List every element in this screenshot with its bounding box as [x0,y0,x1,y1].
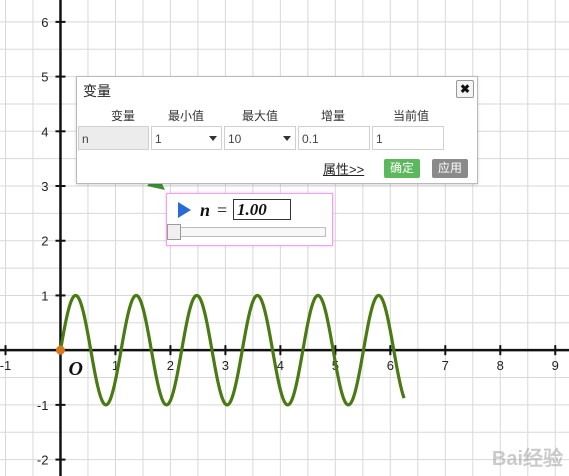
min-select[interactable]: 1 [151,126,222,150]
variable-slider-panel: n = 1.00 [166,193,333,246]
x-tick-label: 9 [552,358,559,373]
dialog-title: 变量 [83,83,111,99]
slider-thumb[interactable] [167,224,181,240]
y-tick-label: -1 [37,398,49,413]
current-value-input[interactable]: 1 [372,126,444,150]
step-value: 0.1 [302,132,319,146]
header-max: 最大值 [241,109,278,123]
x-tick-label: 8 [497,358,504,373]
current-value: 1 [376,132,383,146]
x-tick-label: 3 [222,358,229,373]
step-input[interactable]: 0.1 [298,126,370,150]
header-current: 当前值 [392,109,429,123]
origin-label: O [68,358,82,380]
y-tick-label: 5 [41,70,48,85]
chevron-down-icon [283,136,291,141]
x-tick-label: 6 [387,358,394,373]
y-tick-label: -2 [37,453,49,468]
equals-sign: = [217,200,228,220]
apply-button[interactable]: 应用 [432,159,469,178]
ok-button[interactable]: 确定 [384,159,421,178]
y-tick-label: 4 [41,124,48,139]
max-value: 10 [228,132,242,146]
slider-value-field[interactable]: 1.00 [233,199,291,220]
max-select[interactable]: 10 [224,126,296,150]
y-tick-label: 2 [41,234,48,249]
header-min: 最小值 [167,109,204,123]
slider-variable-name: n [200,200,211,220]
x-tick-label: 2 [167,358,174,373]
header-variable: 变量 [110,109,135,123]
chevron-down-icon [209,136,217,141]
header-step: 增量 [320,109,345,123]
min-value: 1 [155,132,162,146]
variable-name-value: n [82,132,89,146]
close-icon[interactable]: ✖ [456,80,474,98]
y-tick-label: 1 [41,288,48,303]
variable-name-cell[interactable]: n [78,126,149,150]
x-tick-label: -1 [0,358,11,373]
variable-dialog: 变量 ✖ 变量 最小值 最大值 增量 当前值 n 1 10 0.1 1 属性>>… [76,76,478,184]
y-tick-label: 6 [41,15,48,30]
x-tick-label: 7 [442,358,449,373]
watermark: Bai经验 [491,448,563,470]
slider-track[interactable] [169,227,326,237]
origin-point [55,345,65,355]
play-icon[interactable] [178,202,191,218]
y-tick-label: 3 [41,179,48,194]
properties-link[interactable]: 属性>> [323,159,364,178]
